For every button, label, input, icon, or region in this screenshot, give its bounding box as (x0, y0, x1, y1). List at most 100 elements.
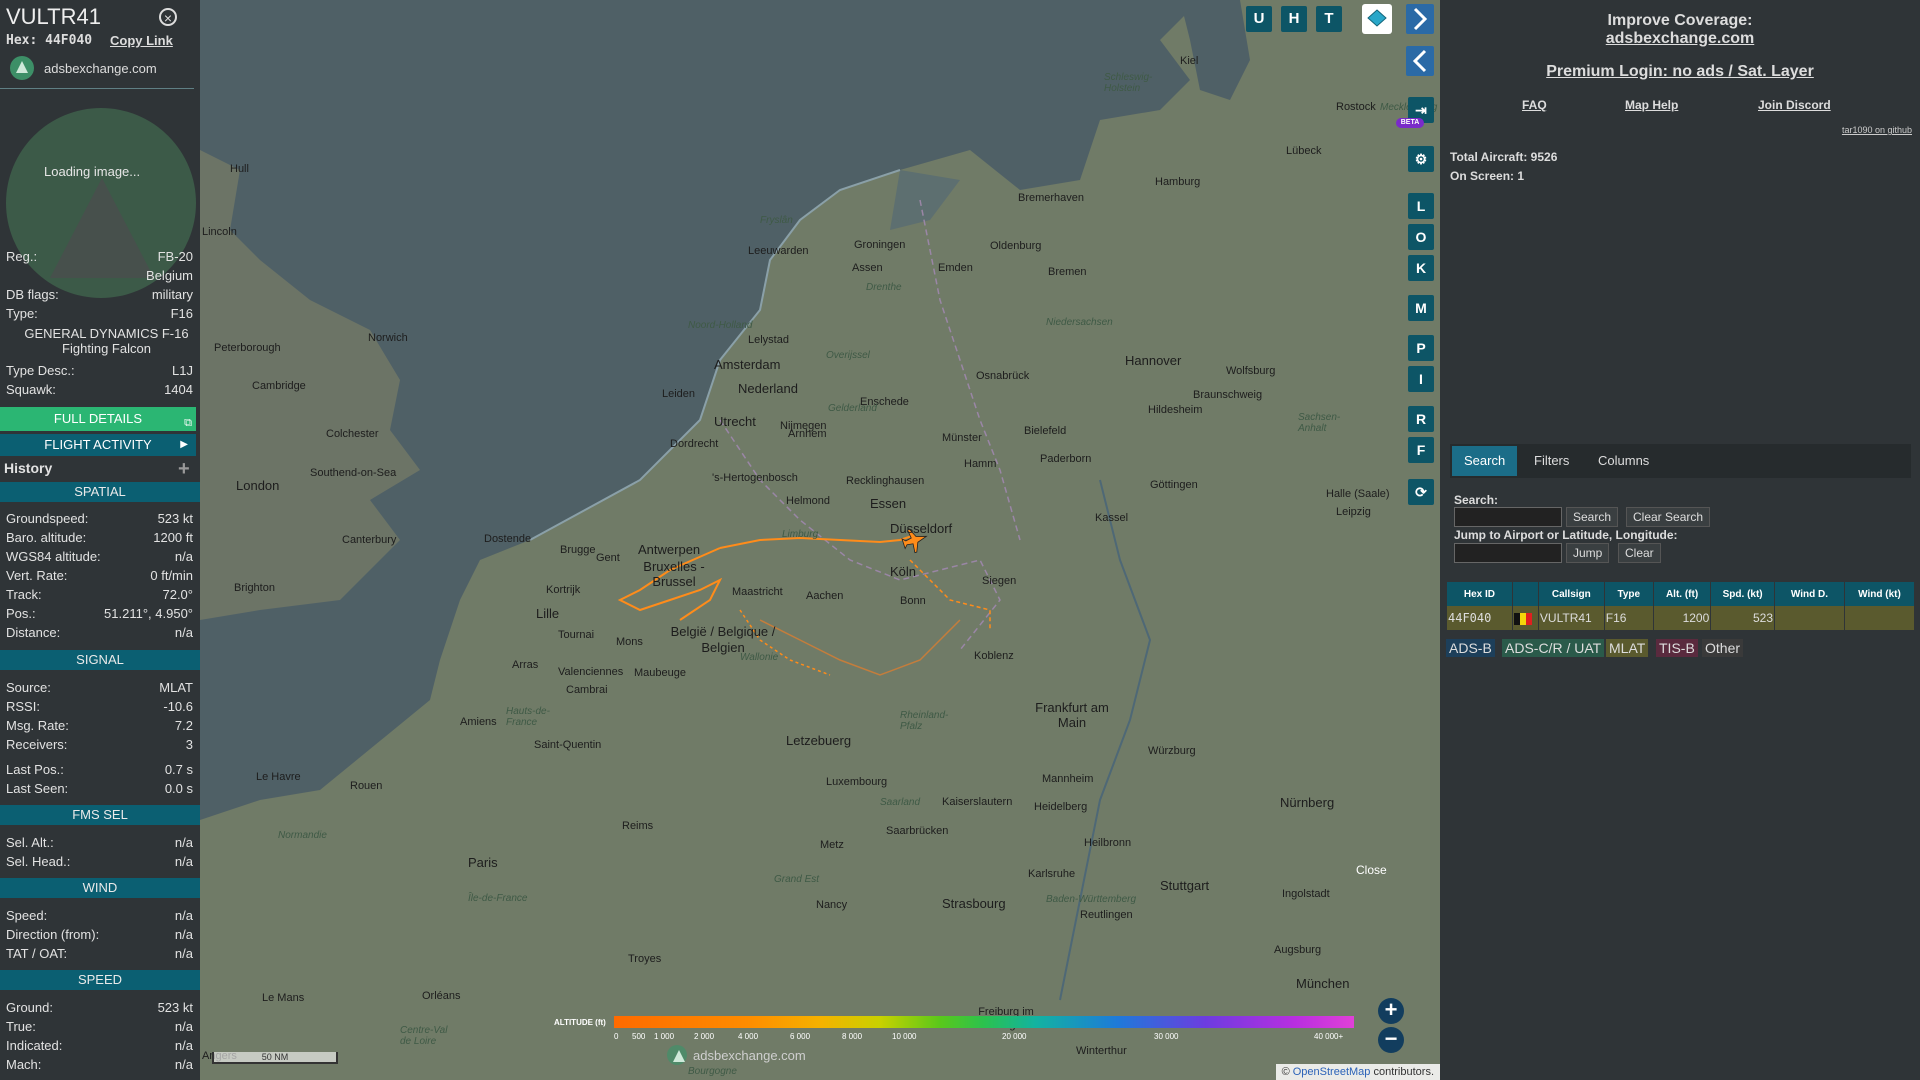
tab-filters[interactable]: Filters (1522, 446, 1581, 476)
history-expand-icon[interactable]: + (178, 458, 190, 481)
toggle-m-button[interactable]: M (1408, 295, 1434, 321)
info-type-name: GENERAL DYNAMICS F-16 Fighting Falcon (24, 326, 189, 356)
region-label: Schleswig-Holstein (1104, 72, 1153, 94)
wind-row: Speed: n/a (6, 908, 193, 923)
city-label: Hull (230, 163, 249, 175)
copy-link[interactable]: Copy Link (110, 33, 173, 48)
faq-link[interactable]: FAQ (1522, 98, 1547, 112)
city-label: Paderborn (1040, 453, 1092, 465)
hex-id: Hex: 44F040 (6, 33, 93, 48)
info-type-desc: Type Desc.: L1J (6, 363, 193, 378)
cell-flag (1511, 606, 1539, 630)
column-header[interactable] (1511, 582, 1539, 606)
city-label: Dostende (484, 533, 532, 545)
city-label: Antwerpen (638, 542, 701, 557)
chevron-right-icon[interactable] (1406, 4, 1434, 34)
premium-login-link[interactable]: Premium Login: no ads / Sat. Layer (1440, 63, 1920, 81)
city-label: Brugge (560, 544, 596, 556)
toggle-o-button[interactable]: O (1408, 224, 1434, 250)
info-squawk: Squawk: 1404 (6, 382, 193, 397)
column-header[interactable]: Hex ID (1446, 582, 1513, 606)
cell-alt: 1200 (1652, 606, 1711, 630)
spatial-row: Groundspeed: 523 kt (6, 511, 193, 526)
map-layers-button[interactable] (1362, 4, 1392, 34)
city-label: Bremen (1048, 266, 1087, 278)
section-spatial: SPATIAL (0, 482, 200, 502)
region-label: Overijssel (826, 350, 870, 361)
toggle-r-button[interactable]: R (1408, 406, 1434, 432)
city-label: Winterthur (1076, 1045, 1127, 1057)
info-reg: Reg.: FB-20 (6, 249, 193, 264)
city-label: Gent (596, 552, 620, 564)
legend-tisb[interactable]: TIS-B (1656, 639, 1698, 657)
tab-search[interactable]: Search (1452, 446, 1518, 476)
tar1090-github-link[interactable]: tar1090 on github (1842, 125, 1912, 135)
join-discord-link[interactable]: Join Discord (1758, 98, 1831, 112)
column-header[interactable]: Wind D. (1774, 582, 1845, 606)
city-label: Luxembourg (826, 776, 888, 788)
toggle-f-button[interactable]: F (1408, 437, 1434, 463)
brand-link[interactable]: adsbexchange.com (10, 56, 157, 80)
city-label: Heidelberg (1034, 801, 1088, 813)
column-header[interactable]: Alt. (ft) (1652, 582, 1711, 606)
zoom-in-icon[interactable]: + (1378, 998, 1404, 1024)
section-signal: SIGNAL (0, 650, 200, 670)
map-help-link[interactable]: Map Help (1625, 98, 1678, 112)
clear-button[interactable]: Clear (1618, 543, 1661, 563)
openstreetmap-link[interactable]: OpenStreetMap (1293, 1066, 1371, 1078)
legend-adsc[interactable]: ADS-C/R / UAT (1502, 639, 1605, 657)
city-label: Oldenburg (990, 240, 1042, 252)
search-input[interactable] (1454, 507, 1562, 527)
flight-activity-button[interactable]: FLIGHT ACTIVITY ▶ (0, 434, 196, 456)
toggle-k-button[interactable]: K (1408, 255, 1434, 281)
legend-other[interactable]: Other (1702, 639, 1744, 657)
column-header[interactable]: Wind (kt) (1843, 582, 1914, 606)
map-brand: adsbexchange.com (667, 1045, 806, 1065)
full-details-button[interactable]: FULL DETAILS ⧉ (0, 407, 196, 431)
city-label: Southend-on-Sea (310, 467, 397, 479)
search-button[interactable]: Search (1566, 507, 1619, 527)
settings-gear-icon[interactable]: ⚙ (1408, 146, 1434, 172)
column-header[interactable]: Callsign (1537, 582, 1605, 606)
zoom-out-icon[interactable]: − (1378, 1027, 1404, 1053)
close-icon[interactable]: × (159, 8, 177, 26)
layers-icon (1367, 9, 1387, 27)
region-label: Centre-Val de Loire (400, 1025, 448, 1047)
city-label: Augsburg (1274, 944, 1322, 956)
jump-button[interactable]: Jump (1566, 543, 1610, 563)
adsbexchange-link[interactable]: adsbexchange.com (1440, 30, 1920, 48)
cell-hex: 44F040 (1446, 606, 1513, 630)
toggle-t-button[interactable]: T (1316, 6, 1342, 32)
toggle-p-button[interactable]: P (1408, 335, 1434, 361)
city-label: Orléans (422, 990, 461, 1002)
city-label: Wolfsburg (1226, 365, 1276, 377)
section-speed: SPEED (0, 970, 200, 990)
toggle-l-button[interactable]: L (1408, 193, 1434, 219)
city-label: Saint-Quentin (534, 739, 602, 751)
chevron-left-icon[interactable] (1406, 46, 1434, 76)
signal-row: RSSI: -10.6 (6, 699, 193, 714)
tab-columns[interactable]: Columns (1586, 446, 1661, 476)
city-label: Kassel (1095, 512, 1129, 524)
legend-adsb[interactable]: ADS-B (1446, 639, 1495, 657)
column-header[interactable]: Spd. (kt) (1710, 582, 1775, 606)
city-label: Arras (512, 659, 539, 671)
city-label: Karlsruhe (1028, 868, 1076, 880)
toggle-i-button[interactable]: I (1408, 366, 1434, 392)
city-label: Braunschweig (1193, 389, 1263, 401)
close-button[interactable]: Close (1356, 863, 1387, 877)
toggle-h-button[interactable]: H (1281, 6, 1307, 32)
section-fms-sel: FMS SEL (0, 805, 200, 825)
column-header[interactable]: Type (1603, 582, 1654, 606)
toggle-u-button[interactable]: U (1246, 6, 1272, 32)
spatial-row: Distance: n/a (6, 625, 193, 640)
map-view[interactable]: Kiel Rostock Lübeck Hamburg Bremerhaven … (200, 0, 1440, 1080)
table-row[interactable]: 44F040 VULTR41 F16 1200 523 (1446, 606, 1914, 630)
city-label: Strasbourg (942, 896, 1006, 911)
jump-input[interactable] (1454, 543, 1562, 563)
cell-spd: 523 (1710, 606, 1775, 630)
region-label: Gelderland (828, 403, 877, 414)
replay-icon[interactable]: ⟳ (1408, 479, 1434, 505)
legend-mlat[interactable]: MLAT (1606, 639, 1649, 657)
clear-search-button[interactable]: Clear Search (1626, 507, 1711, 527)
